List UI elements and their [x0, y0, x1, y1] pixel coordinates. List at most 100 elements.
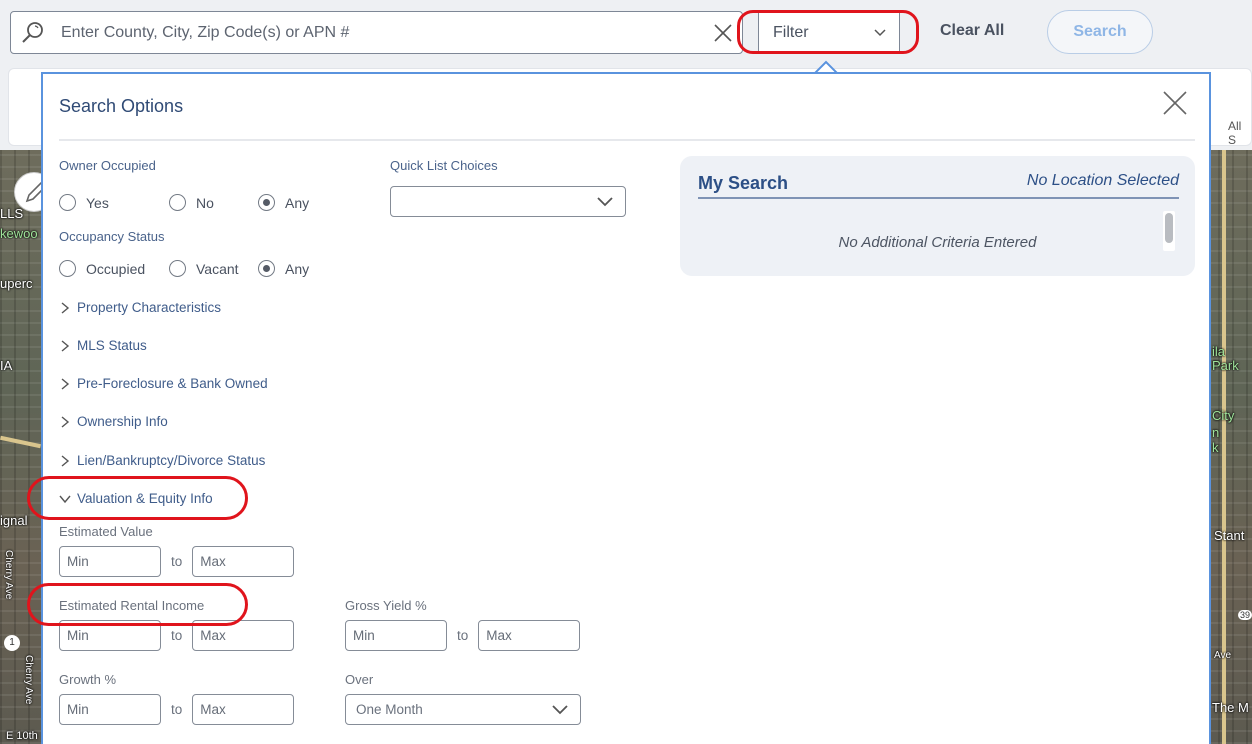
section-valuation-equity[interactable]: Valuation & Equity Info	[59, 491, 213, 506]
growth-label: Growth %	[59, 672, 117, 687]
rental-income-min-input[interactable]	[59, 620, 161, 651]
chevron-right-icon	[61, 377, 70, 390]
range-separator: to	[171, 702, 183, 717]
map-label: uperc	[0, 276, 33, 291]
over-period-value: One Month	[356, 702, 423, 717]
section-ownership-info[interactable]: Ownership Info	[59, 414, 168, 429]
chevron-down-icon	[597, 196, 613, 206]
gross-yield-range: to	[345, 620, 581, 651]
rental-income-max-input[interactable]	[192, 620, 295, 651]
side-tab-label[interactable]: All S	[1228, 119, 1252, 147]
map-label: IA	[0, 358, 13, 373]
over-period-dropdown[interactable]: One Month	[345, 694, 581, 725]
chevron-right-icon	[61, 339, 70, 352]
map-label: E 10th	[6, 730, 38, 742]
radio-label: No	[196, 194, 214, 211]
owner-occupied-yes-radio[interactable]: Yes	[59, 194, 169, 211]
radio-circle	[169, 260, 186, 277]
chevron-down-icon	[874, 29, 886, 37]
range-separator: to	[457, 628, 469, 643]
section-label: Ownership Info	[77, 414, 168, 429]
chevron-down-icon	[552, 704, 568, 714]
estimated-rental-income-range: to	[59, 620, 295, 651]
section-mls-status[interactable]: MLS Status	[59, 338, 147, 353]
map-label: n	[1212, 425, 1220, 440]
occupancy-occupied-radio[interactable]: Occupied	[59, 260, 169, 277]
radio-label: Any	[285, 194, 310, 211]
owner-occupied-no-radio[interactable]: No	[169, 194, 258, 211]
chevron-right-icon	[61, 415, 70, 428]
map-label: 39	[1238, 610, 1252, 620]
my-search-criteria: No Additional Criteria Entered	[838, 234, 1037, 251]
my-search-location: No Location Selected	[1026, 172, 1179, 189]
growth-max-input[interactable]	[192, 694, 295, 725]
search-button[interactable]: Search	[1047, 10, 1153, 54]
section-label: MLS Status	[77, 338, 147, 353]
my-search-divider	[698, 197, 1179, 199]
section-label: Pre-Foreclosure & Bank Owned	[77, 376, 268, 391]
close-icon[interactable]	[1160, 88, 1190, 118]
occupancy-status-radio-group: Occupied Vacant Any	[59, 260, 309, 277]
panel-title: Search Options	[59, 96, 184, 116]
owner-occupied-label: Owner Occupied	[59, 158, 156, 173]
gross-yield-max-input[interactable]	[478, 620, 581, 651]
top-search-bar: Filter Clear All Search	[0, 0, 1252, 64]
my-search-summary: My Search No Location Selected No Additi…	[680, 156, 1195, 276]
map-label: Cherry Ave	[23, 655, 34, 705]
section-label: Valuation & Equity Info	[77, 491, 213, 506]
radio-circle	[59, 260, 76, 277]
map-label: Stant	[1214, 528, 1245, 543]
clear-search-icon[interactable]	[712, 22, 734, 44]
estimated-rental-income-label: Estimated Rental Income	[59, 598, 205, 613]
filter-dropdown[interactable]: Filter	[758, 12, 900, 53]
radio-circle	[169, 194, 186, 211]
map-label: ila Park	[1212, 344, 1239, 373]
map-label: kewoo	[0, 226, 38, 241]
growth-min-input[interactable]	[59, 694, 161, 725]
section-property-characteristics[interactable]: Property Characteristics	[59, 300, 221, 315]
quick-list-label: Quick List Choices	[390, 158, 498, 173]
gross-yield-min-input[interactable]	[345, 620, 447, 651]
filter-label: Filter	[773, 23, 809, 41]
occupancy-any-radio[interactable]: Any	[258, 260, 309, 277]
map-label: The M	[1212, 700, 1249, 715]
estimated-value-min-input[interactable]	[59, 546, 161, 577]
search-options-panel: Search Options Owner Occupied Yes No Any…	[41, 72, 1211, 744]
map-label: k	[1212, 440, 1219, 455]
scrollbar-thumb[interactable]	[1165, 213, 1173, 243]
route-badge: 1	[4, 635, 20, 651]
clear-all-button[interactable]: Clear All	[940, 22, 1004, 40]
quick-list-dropdown[interactable]	[390, 186, 626, 217]
map-label: City	[1212, 408, 1235, 423]
my-search-title: My Search	[698, 173, 789, 193]
radio-circle	[59, 194, 76, 211]
estimated-value-max-input[interactable]	[192, 546, 295, 577]
map-label: Cherry Ave	[3, 550, 14, 600]
radio-circle-selected	[258, 194, 275, 211]
growth-range: to	[59, 694, 295, 725]
occupancy-status-label: Occupancy Status	[59, 229, 165, 244]
estimated-value-label: Estimated Value	[59, 524, 153, 539]
location-search-input[interactable]	[61, 20, 681, 46]
map-road	[0, 435, 41, 449]
section-label: Property Characteristics	[77, 300, 222, 315]
occupancy-vacant-radio[interactable]: Vacant	[169, 260, 258, 277]
radio-circle-selected	[258, 260, 275, 277]
panel-divider	[59, 139, 1195, 141]
section-pre-foreclosure[interactable]: Pre-Foreclosure & Bank Owned	[59, 376, 268, 391]
radio-label: Vacant	[196, 260, 239, 277]
owner-occupied-any-radio[interactable]: Any	[258, 194, 309, 211]
range-separator: to	[171, 628, 183, 643]
map-label: ignal	[0, 513, 28, 528]
section-lien-bankruptcy-divorce[interactable]: Lien/Bankruptcy/Divorce Status	[59, 453, 265, 468]
gross-yield-label: Gross Yield %	[345, 598, 427, 613]
estimated-value-range: to	[59, 546, 295, 577]
my-search-scrollbar[interactable]	[1163, 211, 1175, 251]
range-separator: to	[171, 554, 183, 569]
chevron-right-icon	[61, 454, 70, 467]
over-label: Over	[345, 672, 374, 687]
search-icon	[22, 22, 43, 43]
map-label: Ave	[1214, 650, 1232, 661]
section-label: Lien/Bankruptcy/Divorce Status	[77, 453, 266, 468]
location-search-box[interactable]	[10, 11, 743, 54]
